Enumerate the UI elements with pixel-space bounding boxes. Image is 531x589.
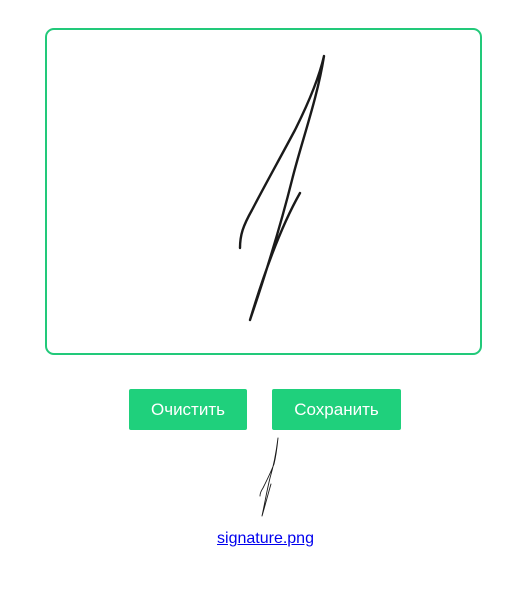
signature-download-link[interactable]: signature.png	[217, 530, 314, 547]
signature-stroke	[238, 54, 326, 322]
signature-page: Очистить Сохранить signature.png	[0, 0, 531, 589]
signature-preview-image	[235, 436, 295, 518]
save-button[interactable]: Сохранить	[272, 389, 401, 430]
signature-canvas[interactable]	[45, 28, 482, 355]
clear-button[interactable]: Очистить	[129, 389, 247, 430]
download-link-row: signature.png	[0, 530, 531, 548]
